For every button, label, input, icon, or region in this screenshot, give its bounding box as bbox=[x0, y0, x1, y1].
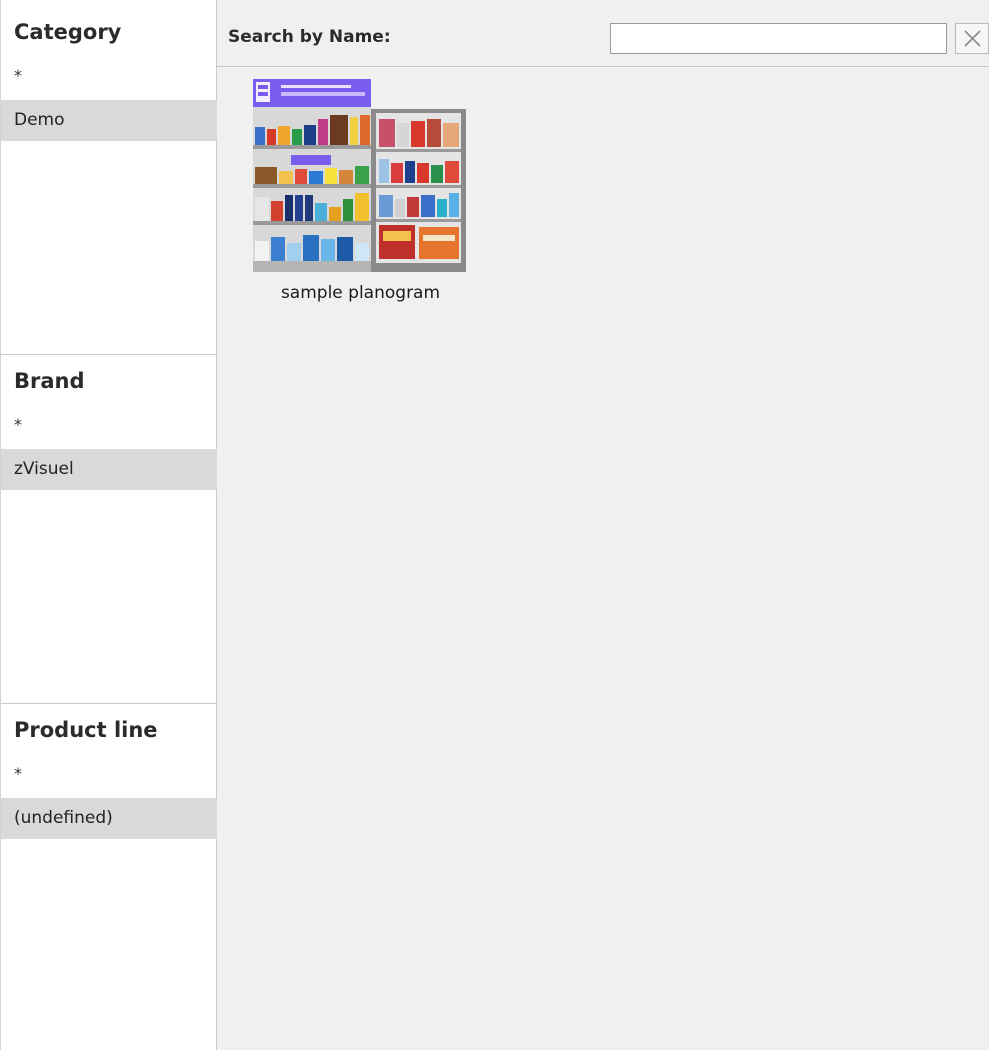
close-icon bbox=[964, 30, 981, 47]
search-bar: Search by Name: bbox=[217, 7, 989, 67]
planogram-name: sample planogram bbox=[280, 283, 441, 303]
brand-title: Brand bbox=[14, 369, 85, 393]
category-all-option[interactable]: * bbox=[14, 66, 22, 85]
product-line-title: Product line bbox=[14, 718, 158, 742]
clear-search-button[interactable] bbox=[955, 23, 989, 54]
planogram-thumbnail-icon bbox=[253, 79, 466, 272]
product-line-item-undefined[interactable]: (undefined) bbox=[1, 798, 217, 839]
product-line-all-option[interactable]: * bbox=[14, 764, 22, 783]
brand-all-option[interactable]: * bbox=[14, 415, 22, 434]
brand-item-zvisuel[interactable]: zVisuel bbox=[1, 449, 217, 490]
search-label: Search by Name: bbox=[228, 27, 391, 47]
category-filter: Category * Demo bbox=[1, 0, 217, 354]
category-item-demo[interactable]: Demo bbox=[1, 100, 217, 141]
filter-panel: Category * Demo Brand * zVisuel Product … bbox=[0, 0, 217, 1050]
planogram-browser: Search by Name: sample planogram bbox=[217, 0, 989, 1050]
planogram-tile[interactable]: sample planogram bbox=[253, 79, 468, 309]
search-input[interactable] bbox=[610, 23, 947, 54]
product-line-filter: Product line * (undefined) bbox=[1, 704, 217, 1050]
brand-filter: Brand * zVisuel bbox=[1, 355, 217, 703]
category-title: Category bbox=[14, 20, 122, 44]
